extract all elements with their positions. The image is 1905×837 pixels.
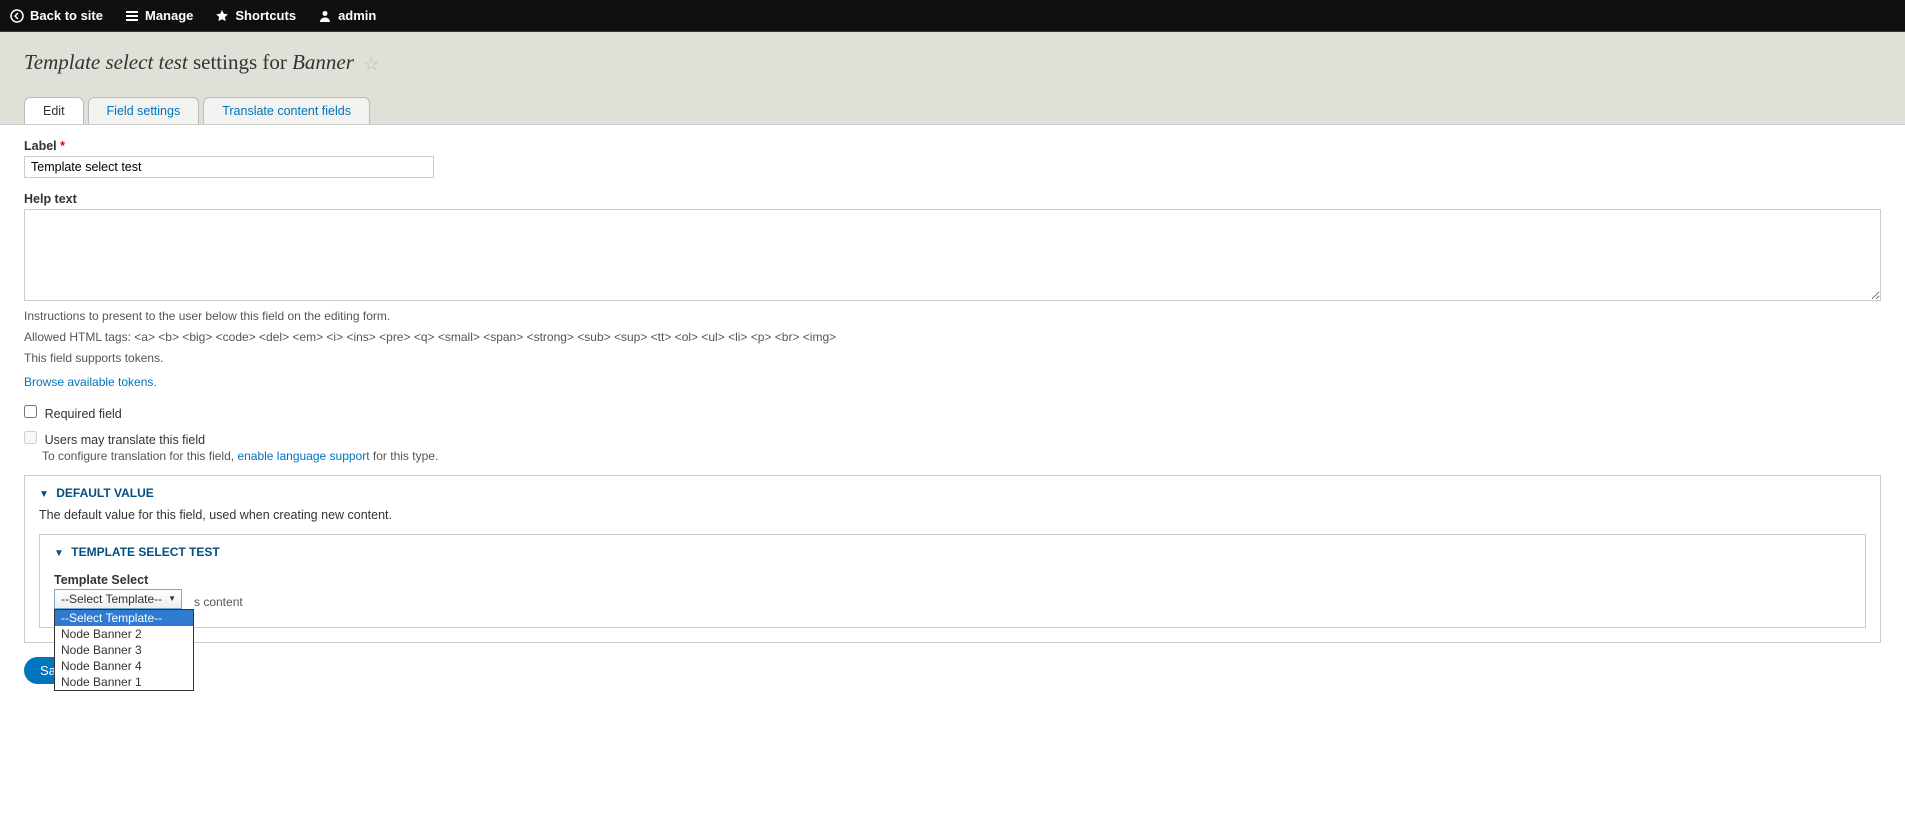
shortcut-star-icon[interactable]: ☆ (363, 54, 379, 74)
tab-edit[interactable]: Edit (24, 97, 84, 124)
users-translate-desc: To configure translation for this field,… (42, 449, 1881, 463)
back-to-site-label: Back to site (30, 8, 103, 23)
default-value-legend[interactable]: ▼ Default value (25, 476, 1880, 504)
default-value-desc: The default value for this field, used w… (39, 508, 1866, 522)
tab-field-settings[interactable]: Field settings (88, 97, 200, 124)
label-input[interactable] (24, 156, 434, 178)
users-translate-label: Users may translate this field (45, 433, 205, 447)
help-text-desc3: This field supports tokens. (24, 350, 1881, 367)
enable-language-support-link[interactable]: enable language support (237, 449, 369, 463)
help-text-label: Help text (24, 192, 1881, 206)
user-icon (318, 9, 332, 23)
help-text-desc2: Allowed HTML tags: <a> <b> <big> <code> … (24, 329, 1881, 346)
collapse-arrow-icon: ▼ (54, 548, 64, 559)
back-to-site-link[interactable]: Back to site (10, 8, 103, 23)
required-field-item: Required field (24, 405, 1881, 421)
page-title-bundle: Banner (292, 50, 354, 74)
star-icon (215, 9, 229, 23)
required-asterisk: * (60, 139, 65, 153)
browse-tokens-link[interactable]: Browse available tokens (24, 375, 153, 389)
label-label: Label * (24, 139, 1881, 153)
manage-link[interactable]: Manage (125, 8, 193, 23)
label-form-item: Label * (24, 139, 1881, 178)
header-area: Template select test settings for Banner… (0, 32, 1905, 124)
admin-toolbar: Back to site Manage Shortcuts admin (0, 0, 1905, 32)
required-field-label: Required field (45, 407, 122, 421)
dropdown-option[interactable]: Node Banner 2 (55, 626, 193, 642)
shortcuts-label: Shortcuts (235, 8, 296, 23)
required-field-checkbox[interactable] (24, 405, 37, 418)
back-arrow-icon (10, 9, 24, 23)
tab-translate[interactable]: Translate content fields (203, 97, 370, 124)
dropdown-option[interactable]: --Select Template-- (55, 610, 193, 626)
template-select-wrap: --Select Template-- --Select Template-- … (54, 589, 182, 609)
template-select[interactable]: --Select Template-- (54, 589, 182, 609)
dropdown-option[interactable]: Node Banner 3 (55, 642, 193, 658)
manage-label: Manage (145, 8, 193, 23)
template-select-hint: s content (194, 595, 1851, 609)
user-link[interactable]: admin (318, 8, 376, 23)
template-select-legend[interactable]: ▼ Template select test (40, 535, 1865, 563)
dropdown-option[interactable]: Node Banner 1 (55, 674, 193, 690)
collapse-arrow-icon: ▼ (39, 489, 49, 500)
help-text-textarea[interactable] (24, 209, 1881, 301)
dropdown-option[interactable]: Node Banner 4 (55, 658, 193, 674)
users-translate-item: Users may translate this field To config… (24, 431, 1881, 463)
template-select-label: Template Select (54, 573, 1851, 587)
primary-tabs: Edit Field settings Translate content fi… (24, 97, 1881, 124)
help-text-form-item: Help text Instructions to present to the… (24, 192, 1881, 391)
template-select-fieldset: ▼ Template select test Template Select -… (39, 534, 1866, 628)
shortcuts-link[interactable]: Shortcuts (215, 8, 296, 23)
user-label: admin (338, 8, 376, 23)
template-select-dropdown: --Select Template-- Node Banner 2 Node B… (54, 609, 194, 691)
hamburger-icon (125, 9, 139, 23)
page-title-field-name: Template select test (24, 50, 188, 74)
default-value-fieldset: ▼ Default value The default value for th… (24, 475, 1881, 643)
help-text-desc1: Instructions to present to the user belo… (24, 308, 1881, 325)
users-translate-checkbox (24, 431, 37, 444)
page-title-middle: settings for (188, 50, 292, 74)
main-content: Label * Help text Instructions to presen… (0, 124, 1905, 698)
page-title: Template select test settings for Banner… (24, 50, 1881, 75)
